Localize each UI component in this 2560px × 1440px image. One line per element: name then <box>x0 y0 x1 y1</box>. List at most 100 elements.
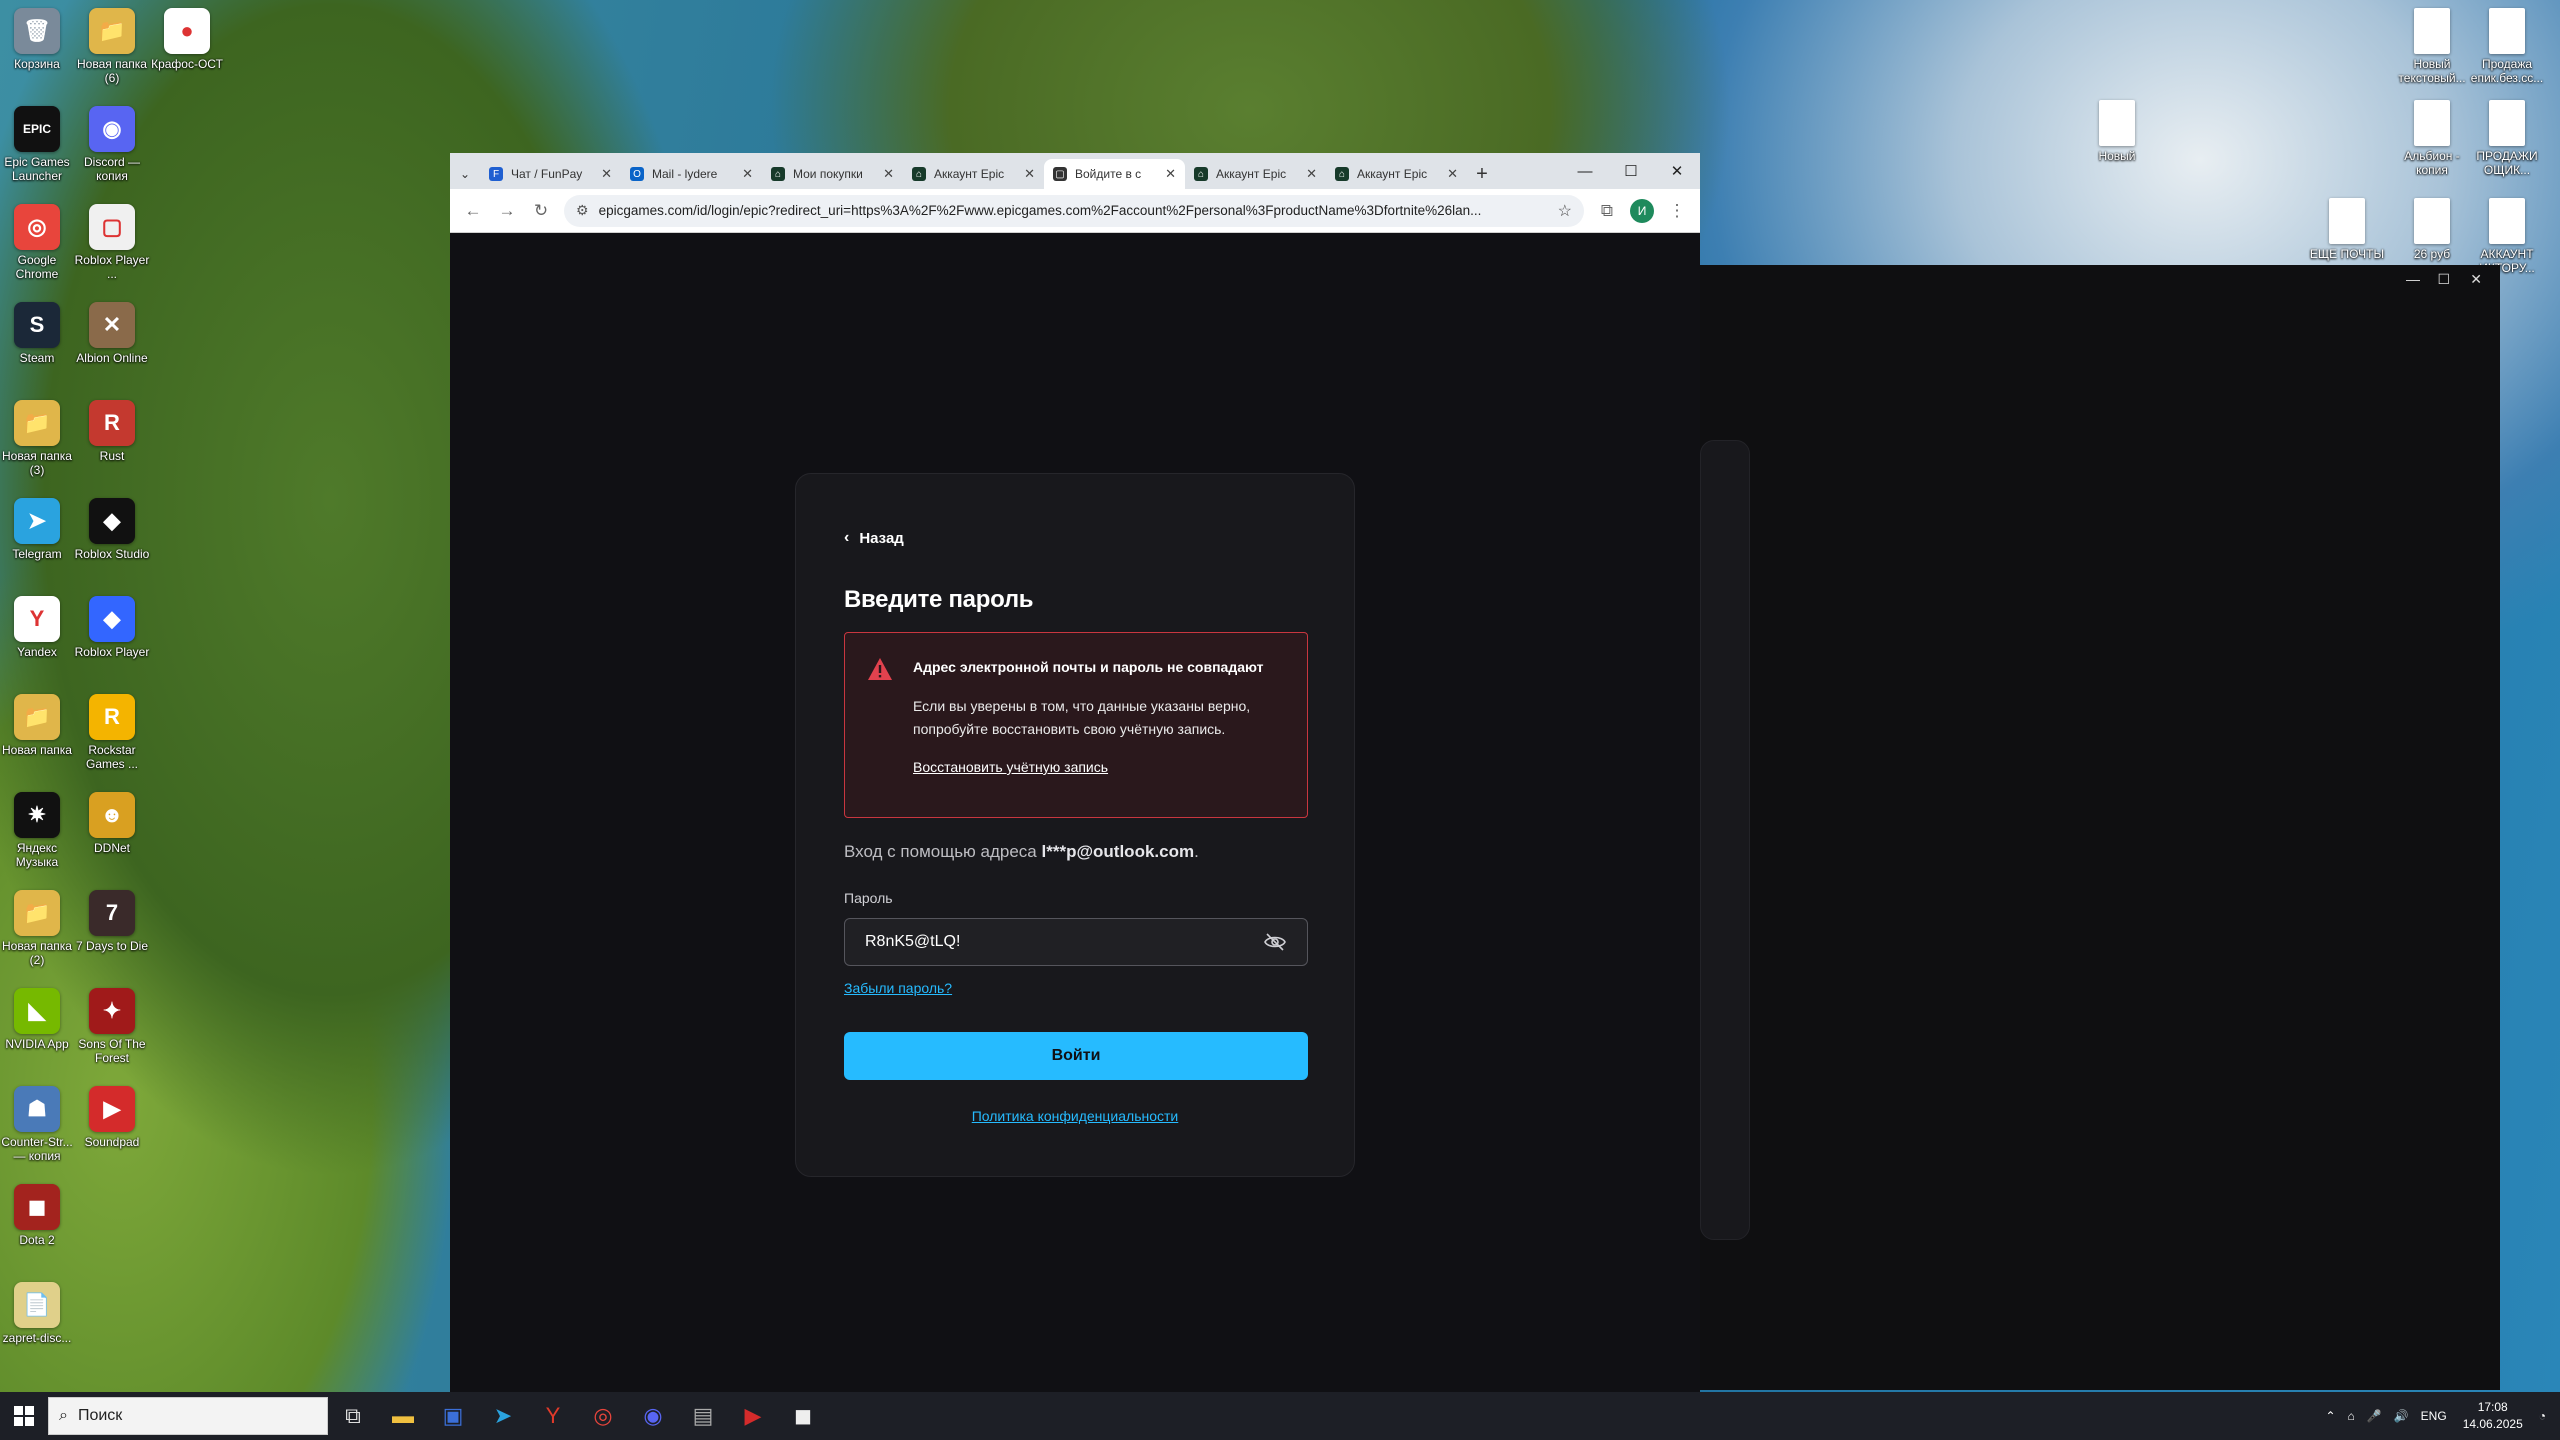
close-button[interactable]: ✕ <box>1654 153 1700 189</box>
desktop-icon[interactable]: ✦ Sons Of The Forest <box>75 988 149 1065</box>
tab-close-icon[interactable]: ✕ <box>1306 166 1317 182</box>
app-icon: ➤ <box>14 498 60 544</box>
desktop-icon[interactable]: 📄 zapret-disc... <box>0 1282 74 1345</box>
desktop-icon[interactable]: ☗ Counter-Str... — копия <box>0 1086 74 1163</box>
desktop-icon[interactable]: ◼ Dota 2 <box>0 1184 74 1247</box>
app-icon: ☗ <box>14 1086 60 1132</box>
privacy-policy-link[interactable]: Политика конфиденциальности <box>796 1108 1354 1124</box>
desktop-icon[interactable]: Новый текстовый... <box>2395 8 2469 85</box>
desktop-icon-label: Новый текстовый... <box>2398 57 2466 85</box>
tab-close-icon[interactable]: ✕ <box>883 166 894 182</box>
language-indicator[interactable]: ENG <box>2421 1409 2447 1423</box>
desktop-icon[interactable]: ➤ Telegram <box>0 498 74 561</box>
forgot-password-link[interactable]: Забыли пароль? <box>844 980 952 996</box>
telegram-taskbar-icon[interactable]: ➤ <box>478 1392 528 1440</box>
system-tray: ⌃ ⌂ 🎤 🔊 ENG 17:08 14.06.2025 ◔ <box>2319 1392 2560 1440</box>
desktop-icon[interactable]: 📁 Новая папка <box>0 694 74 757</box>
desktop-icon[interactable]: ◆ Roblox Player <box>75 596 149 659</box>
file-explorer-icon[interactable]: ▬ <box>378 1392 428 1440</box>
browser-tab[interactable]: ⌂ Аккаунт Epic ✕ <box>903 159 1044 189</box>
browser-tab[interactable]: ⌂ Аккаунт Epic ✕ <box>1326 159 1467 189</box>
desktop-icon[interactable]: ▶ Soundpad <box>75 1086 149 1149</box>
desktop-icon[interactable]: ▢ Roblox Player ... <box>75 204 149 281</box>
desktop-icon[interactable]: R Rust <box>75 400 149 463</box>
browser-tab[interactable]: O Mail - lydere ✕ <box>621 159 762 189</box>
desktop-icon[interactable]: 🗑 Корзина <box>0 8 74 71</box>
desktop-icon[interactable]: ПРОДАЖИ ОЩИК... <box>2470 100 2544 177</box>
taskbar-search[interactable]: ⌕ Поиск <box>48 1397 328 1435</box>
desktop-icon[interactable]: ◆ Roblox Studio <box>75 498 149 561</box>
tab-close-icon[interactable]: ✕ <box>601 166 612 182</box>
desktop-icon-label: Discord — копия <box>83 155 140 183</box>
tab-close-icon[interactable]: ✕ <box>742 166 753 182</box>
desktop-icon[interactable]: ◣ NVIDIA App <box>0 988 74 1051</box>
mic-icon[interactable]: 🎤 <box>2367 1409 2382 1423</box>
desktop-icon[interactable]: ✕ Albion Online <box>75 302 149 365</box>
desktop-icon[interactable]: EPIC Epic Games Launcher <box>0 106 74 183</box>
bg-close-button[interactable]: ✕ <box>2470 271 2482 288</box>
background-card <box>1700 440 1750 1240</box>
tray-chevron-icon[interactable]: ⌃ <box>2325 1409 2335 1423</box>
bookmark-star-icon[interactable]: ☆ <box>1558 201 1572 221</box>
desktop-icon[interactable]: R Rockstar Games ... <box>75 694 149 771</box>
tab-title: Мои покупки <box>793 167 863 181</box>
soundpad-taskbar-icon[interactable]: ▶ <box>728 1392 778 1440</box>
password-field[interactable]: R8nK5@tLQ! <box>844 918 1308 966</box>
yandex-taskbar-icon[interactable]: Y <box>528 1392 578 1440</box>
volume-icon[interactable]: 🔊 <box>2394 1409 2409 1423</box>
desktop-icon[interactable]: Продажа епик.без.сс... <box>2470 8 2544 85</box>
desktop-icon[interactable]: 📁 Новая папка (3) <box>0 400 74 477</box>
back-link[interactable]: ‹ Назад <box>844 529 904 547</box>
reload-button[interactable]: ↻ <box>524 194 558 228</box>
desktop-icon[interactable]: ● Крафос-ОСТ <box>150 8 224 71</box>
menu-kebab-icon[interactable]: ⋮ <box>1660 194 1694 228</box>
desktop-icon[interactable]: Новый <box>2080 100 2154 163</box>
desktop-icon[interactable]: ◎ Google Chrome <box>0 204 74 281</box>
desktop-icon[interactable]: 26 руб <box>2395 198 2469 261</box>
browser-tab[interactable]: F Чат / FunPay ✕ <box>480 159 621 189</box>
browser-tab[interactable]: ⌂ Мои покупки ✕ <box>762 159 903 189</box>
notification-icon[interactable]: ◔ <box>2539 1409 2546 1423</box>
tab-close-icon[interactable]: ✕ <box>1024 166 1035 182</box>
back-nav-button[interactable]: ← <box>456 194 490 228</box>
desktop-icon[interactable]: АККАУНТ ИКТОРУ... <box>2470 198 2544 275</box>
site-info-icon[interactable]: ⚙ <box>576 202 589 219</box>
maximize-button[interactable]: ☐ <box>1608 153 1654 189</box>
bg-maximize-button[interactable]: ☐ <box>2437 271 2450 288</box>
minimize-button[interactable]: — <box>1562 153 1608 189</box>
tab-search-button[interactable]: ⌄ <box>450 159 480 189</box>
browser-tab[interactable]: ▢ Войдите в с ✕ <box>1044 159 1185 189</box>
new-tab-button[interactable]: + <box>1467 159 1497 189</box>
recover-account-link[interactable]: Восстановить учётную запись <box>913 759 1108 775</box>
app-taskbar-icon[interactable]: ▤ <box>678 1392 728 1440</box>
bg-minimize-button[interactable]: — <box>2406 271 2420 287</box>
chrome-taskbar-icon[interactable]: ◎ <box>578 1392 628 1440</box>
discord-taskbar-icon[interactable]: ◉ <box>628 1392 678 1440</box>
desktop-icon[interactable]: ЕЩЕ ПОЧТЫ <box>2310 198 2384 261</box>
clock[interactable]: 17:08 14.06.2025 <box>2463 1399 2523 1433</box>
desktop-icon[interactable]: 📁 Новая папка (6) <box>75 8 149 85</box>
omnibox[interactable]: ⚙ epicgames.com/id/login/epic?redirect_u… <box>564 194 1584 227</box>
app-icon: 📁 <box>14 890 60 936</box>
tab-close-icon[interactable]: ✕ <box>1165 166 1176 182</box>
start-button[interactable] <box>0 1392 48 1440</box>
desktop-icon[interactable]: Y Yandex <box>0 596 74 659</box>
signin-button[interactable]: Войти <box>844 1032 1308 1080</box>
tab-close-icon[interactable]: ✕ <box>1447 166 1458 182</box>
eye-off-icon[interactable] <box>1263 930 1287 954</box>
desktop-icon[interactable]: ✷ Яндекс Музыка <box>0 792 74 869</box>
desktop-icon[interactable]: Альбион - копия <box>2395 100 2469 177</box>
desktop-icon[interactable]: ☻ DDNet <box>75 792 149 855</box>
epic-taskbar-icon[interactable]: ◼ <box>778 1392 828 1440</box>
network-icon[interactable]: ⌂ <box>2348 1409 2355 1423</box>
profile-avatar[interactable]: И <box>1630 198 1654 223</box>
desktop-icon[interactable]: 7 7 Days to Die <box>75 890 149 953</box>
desktop-icon[interactable]: ◉ Discord — копия <box>75 106 149 183</box>
desktop-icon[interactable]: S Steam <box>0 302 74 365</box>
store-icon[interactable]: ▣ <box>428 1392 478 1440</box>
extensions-icon[interactable]: ⧉ <box>1590 194 1624 228</box>
forward-nav-button[interactable]: → <box>490 194 524 228</box>
desktop-icon[interactable]: 📁 Новая папка (2) <box>0 890 74 967</box>
task-view-icon[interactable]: ⧉ <box>328 1392 378 1440</box>
browser-tab[interactable]: ⌂ Аккаунт Epic ✕ <box>1185 159 1326 189</box>
